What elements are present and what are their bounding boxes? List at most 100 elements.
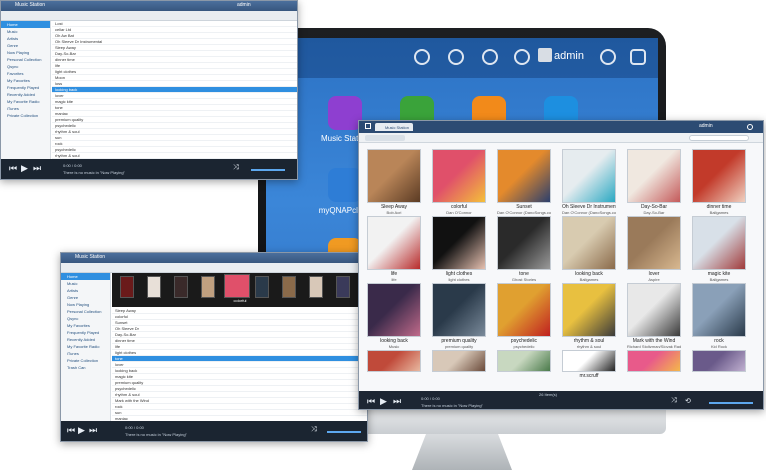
sidebar-item[interactable]: My Favorites [1,77,50,84]
sidebar-item[interactable]: Private Collection [61,357,110,364]
search-icon[interactable] [600,49,616,65]
album-cover[interactable] [432,149,486,203]
next-icon[interactable]: ⏭ [33,163,41,174]
sidebar-item[interactable]: Favorites [1,70,50,77]
sidebar-item[interactable]: Frequently Played [1,84,50,91]
album-cover[interactable] [692,350,746,372]
sidebar-item[interactable]: Frequently Played [61,329,110,336]
album-cover[interactable] [692,283,746,337]
sidebar-item[interactable]: Trash Can [61,364,110,371]
volume-slider[interactable] [709,402,753,404]
album-cover[interactable] [497,149,551,203]
album-tile[interactable]: Mark with the Wind Richard Stoltzman/Slov… [627,283,681,349]
album-cover[interactable] [562,283,616,337]
album-tile[interactable]: premium quality premium quality [432,283,486,349]
sidebar-item[interactable]: Artists [61,287,110,294]
album-cover[interactable] [627,216,681,270]
sidebar-item[interactable]: Home [61,273,110,280]
album-tile[interactable]: lover Aspire [627,216,681,282]
album-tile[interactable]: colorful Dan O'Connor [432,149,486,215]
sidebar-item[interactable]: Music [61,280,110,287]
album-tile[interactable]: light clothes light clothes [432,216,486,282]
next-icon[interactable]: ⏭ [393,396,401,407]
album-cover[interactable] [432,283,486,337]
previous-icon[interactable]: ⏮ [9,163,17,174]
album-cover[interactable] [432,216,486,270]
album-tile[interactable]: dinner time Ballgames [692,149,746,215]
album-tile[interactable]: Oh Sleeve Dr Instrumental Dan O'Connor (D… [562,149,616,215]
album-tile[interactable]: psychedelic psychedelic [497,283,551,349]
coverflow-album[interactable] [336,276,350,298]
sidebar-item[interactable]: Recently Added [1,91,50,98]
album-cover[interactable] [432,350,486,372]
shuffle-icon[interactable]: ⤨ [671,397,677,405]
coverflow-album[interactable] [224,274,250,298]
app-tab[interactable]: Music Station [375,123,413,131]
album-cover[interactable] [367,350,421,372]
album-cover[interactable] [692,149,746,203]
shuffle-icon[interactable]: ⤨ [233,164,239,172]
coverflow-album[interactable] [282,276,296,298]
album-tile[interactable]: life life [367,216,421,282]
sidebar-item[interactable]: Now Playing [1,49,50,56]
stack-icon[interactable] [414,49,430,65]
search-input[interactable] [689,135,749,141]
coverflow-album[interactable] [174,276,188,298]
album-tile[interactable]: rhythm & soul rhythm & soul [562,283,616,349]
coverflow-album[interactable] [201,276,215,298]
avatar[interactable] [538,48,552,62]
play-icon[interactable]: ▶ [380,396,387,407]
album-cover[interactable] [367,216,421,270]
user-menu[interactable]: admin [237,2,251,8]
album-cover[interactable] [627,350,681,372]
desktop-app-icon[interactable] [328,96,362,130]
repeat-icon[interactable]: ⟲ [685,397,691,405]
sidebar-item[interactable]: Recently Added [61,336,110,343]
sync-icon[interactable] [482,49,498,65]
sidebar-item[interactable]: My Favorite Radio [1,98,50,105]
album-tile[interactable]: mr.scruff [562,350,616,379]
sidebar-item[interactable]: iTunes [1,105,50,112]
coverflow-album[interactable] [147,276,161,298]
album-tile[interactable]: Day-So-Bar Day-So-Bar [627,149,681,215]
sidebar-item[interactable]: Personal Collection [61,308,110,315]
album-tile[interactable]: tone Ghost Stories [497,216,551,282]
search-icon[interactable] [747,124,753,130]
album-cover[interactable] [367,149,421,203]
menu-icon[interactable] [365,123,371,129]
album-cover[interactable] [497,350,551,372]
sidebar-item[interactable]: Home [1,21,50,28]
info-icon[interactable] [514,49,530,65]
sidebar-item[interactable]: Music [1,28,50,35]
album-tile[interactable] [367,350,421,372]
desktop-app-icon[interactable] [328,168,362,202]
album-tile[interactable] [432,350,486,372]
dashboard-icon[interactable] [630,49,646,65]
album-cover[interactable] [562,149,616,203]
album-tile[interactable] [627,350,681,372]
album-cover[interactable] [627,149,681,203]
volume-slider[interactable] [327,431,361,433]
album-tile[interactable]: looking back Music [367,283,421,349]
sidebar-item[interactable]: Qsync [61,315,110,322]
previous-icon[interactable]: ⏮ [67,425,75,436]
album-tile[interactable] [692,350,746,372]
album-cover[interactable] [497,283,551,337]
album-cover[interactable] [497,216,551,270]
user-menu[interactable]: admin [554,50,584,62]
user-menu[interactable]: admin [699,123,713,129]
album-tile[interactable]: looking back Ballgames [562,216,616,282]
volume-slider[interactable] [251,169,285,171]
coverflow-album[interactable] [255,276,269,298]
view-switcher[interactable] [365,135,405,141]
play-icon[interactable]: ▶ [21,163,28,174]
sidebar-item[interactable]: Personal Collection [1,56,50,63]
sidebar-item[interactable]: Private Collection [1,112,50,119]
upload-icon[interactable] [448,49,464,65]
album-tile[interactable]: Sleep Away Bob Acri [367,149,421,215]
next-icon[interactable]: ⏭ [89,425,97,436]
album-cover[interactable] [562,350,616,372]
play-icon[interactable]: ▶ [78,425,85,436]
sidebar-item[interactable]: My Favorite Radio [61,343,110,350]
sidebar-item[interactable]: My Favorites [61,322,110,329]
